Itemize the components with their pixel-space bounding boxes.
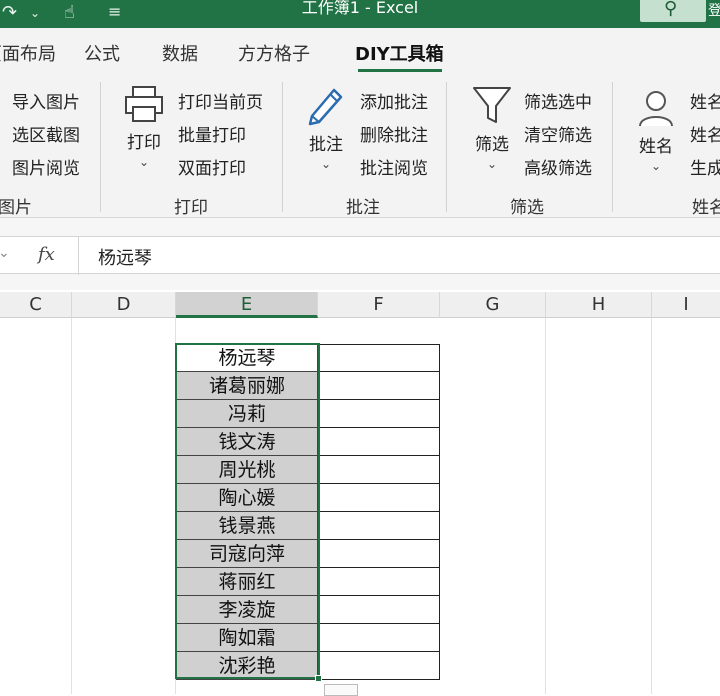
advanced-filter-button[interactable]: 高级筛选 — [524, 154, 592, 179]
ribbon: 导入图片 选区截图 图片阅览 图片 打印 ⌄ 打印当前页 批量打印 双面打印 打… — [0, 72, 720, 218]
chevron-down-icon: ⌄ — [138, 155, 150, 169]
cell-e-12[interactable]: 沈彩艳 — [176, 652, 318, 680]
search-icon: ⚲ — [664, 0, 678, 19]
fill-handle[interactable] — [315, 675, 322, 682]
gridline — [545, 318, 546, 694]
picture-viewer-button[interactable]: 图片阅览 — [12, 154, 80, 179]
add-comment-button[interactable]: 添加批注 — [360, 88, 428, 113]
cell-e-2[interactable]: 诸葛丽娜 — [176, 372, 318, 400]
cell-e-3[interactable]: 冯莉 — [176, 400, 318, 428]
cell-f-3[interactable] — [318, 400, 440, 428]
title-bar: ↷ ⌄ ☝ ≡ 工作簿1 - Excel ⚲ 登 — [0, 0, 720, 28]
name-item-1[interactable]: 姓名 — [690, 88, 720, 113]
pen-icon — [308, 88, 343, 126]
cell-e-6[interactable]: 陶心媛 — [176, 484, 318, 512]
group-divider — [282, 82, 283, 212]
cell-f-8[interactable] — [318, 540, 440, 568]
column-header-e[interactable]: E — [176, 292, 318, 318]
gridline — [71, 318, 72, 694]
comment-label: 批注 — [309, 135, 343, 155]
name-item-2[interactable]: 姓名 — [690, 121, 720, 146]
batch-print-button[interactable]: 批量打印 — [178, 121, 246, 146]
column-header-f[interactable]: F — [318, 292, 440, 318]
column-header-h[interactable]: H — [546, 292, 652, 318]
printer-icon — [125, 86, 163, 122]
name-button[interactable]: 姓名 ⌄ — [630, 88, 682, 173]
cell-e-8[interactable]: 司寇向萍 — [176, 540, 318, 568]
cell-e-10[interactable]: 李凌旋 — [176, 596, 318, 624]
formula-divider — [78, 237, 79, 275]
clear-filter-button[interactable]: 清空筛选 — [524, 121, 592, 146]
name-label: 姓名 — [639, 137, 673, 157]
ribbon-tabs: 页面布局 公式 数据 方方格子 DIY工具箱 — [0, 28, 720, 72]
gridline — [651, 318, 652, 694]
tab-page-layout[interactable]: 页面布局 — [0, 40, 56, 66]
cell-f-9[interactable] — [318, 568, 440, 596]
filter-button[interactable]: 筛选 ⌄ — [464, 84, 520, 171]
tab-diy-toolbox[interactable]: DIY工具箱 — [355, 40, 444, 66]
group-label-print: 打印 — [174, 198, 208, 218]
group-label-name: 姓名 — [692, 198, 720, 218]
cell-e-11[interactable]: 陶如霜 — [176, 624, 318, 652]
chevron-down-icon: ⌄ — [486, 157, 498, 171]
column-header-c[interactable]: C — [0, 292, 72, 318]
cell-f-11[interactable] — [318, 624, 440, 652]
print-current-page-button[interactable]: 打印当前页 — [178, 88, 263, 113]
column-header-d[interactable]: D — [72, 292, 176, 318]
formula-input[interactable]: 杨远琴 — [98, 244, 152, 270]
insert-function-button[interactable]: fx — [38, 244, 55, 265]
import-picture-button[interactable]: 导入图片 — [12, 88, 80, 113]
cell-e-9[interactable]: 蒋丽红 — [176, 568, 318, 596]
window-title: 工作簿1 - Excel — [301, 0, 419, 17]
group-label-picture: 图片 — [0, 198, 32, 218]
chevron-down-icon: ⌄ — [650, 159, 662, 173]
funnel-icon — [473, 87, 511, 123]
chevron-down-icon: ⌄ — [320, 157, 332, 171]
quick-analysis-button[interactable] — [324, 684, 358, 696]
sign-in-button[interactable]: 登 — [708, 0, 720, 20]
search-box[interactable]: ⚲ — [640, 0, 706, 22]
delete-comment-button[interactable]: 删除批注 — [360, 121, 428, 146]
duplex-print-button[interactable]: 双面打印 — [178, 154, 246, 179]
cell-f-2[interactable] — [318, 372, 440, 400]
comment-button[interactable]: 批注 ⌄ — [300, 82, 352, 171]
group-label-filter: 筛选 — [510, 198, 544, 218]
cell-e-4[interactable]: 钱文涛 — [176, 428, 318, 456]
tab-fangfang-gezi[interactable]: 方方格子 — [238, 40, 310, 66]
cell-f-10[interactable] — [318, 596, 440, 624]
filter-label: 筛选 — [475, 135, 509, 155]
formula-bar[interactable]: ⌄ fx 杨远琴 — [0, 236, 720, 275]
cell-f-6[interactable] — [318, 484, 440, 512]
cell-f-5[interactable] — [318, 456, 440, 484]
cell-e-1[interactable]: 杨远琴 — [176, 344, 318, 372]
cell-e-7[interactable]: 钱景燕 — [176, 512, 318, 540]
group-divider — [446, 82, 447, 212]
cell-f-4[interactable] — [318, 428, 440, 456]
cell-f-12[interactable] — [318, 652, 440, 680]
group-divider — [612, 82, 613, 212]
print-button[interactable]: 打印 ⌄ — [118, 84, 170, 169]
view-comments-button[interactable]: 批注阅览 — [360, 154, 428, 179]
filter-selected-button[interactable]: 筛选选中 — [524, 88, 592, 113]
column-headers: C D E F G H I — [0, 292, 720, 318]
group-label-comment: 批注 — [346, 198, 380, 218]
cell-f-1[interactable] — [318, 344, 440, 372]
namebox-chevron-icon[interactable]: ⌄ — [0, 245, 10, 261]
column-header-i[interactable]: I — [652, 292, 720, 318]
group-divider — [100, 82, 101, 212]
cell-f-7[interactable] — [318, 512, 440, 540]
tab-formulas[interactable]: 公式 — [84, 40, 120, 66]
name-item-generate[interactable]: 生成 — [690, 154, 720, 179]
print-label: 打印 — [127, 133, 161, 153]
tab-data[interactable]: 数据 — [162, 40, 198, 66]
region-screenshot-button[interactable]: 选区截图 — [12, 121, 80, 146]
person-icon — [639, 91, 673, 127]
cell-e-5[interactable]: 周光桃 — [176, 456, 318, 484]
column-header-g[interactable]: G — [440, 292, 546, 318]
